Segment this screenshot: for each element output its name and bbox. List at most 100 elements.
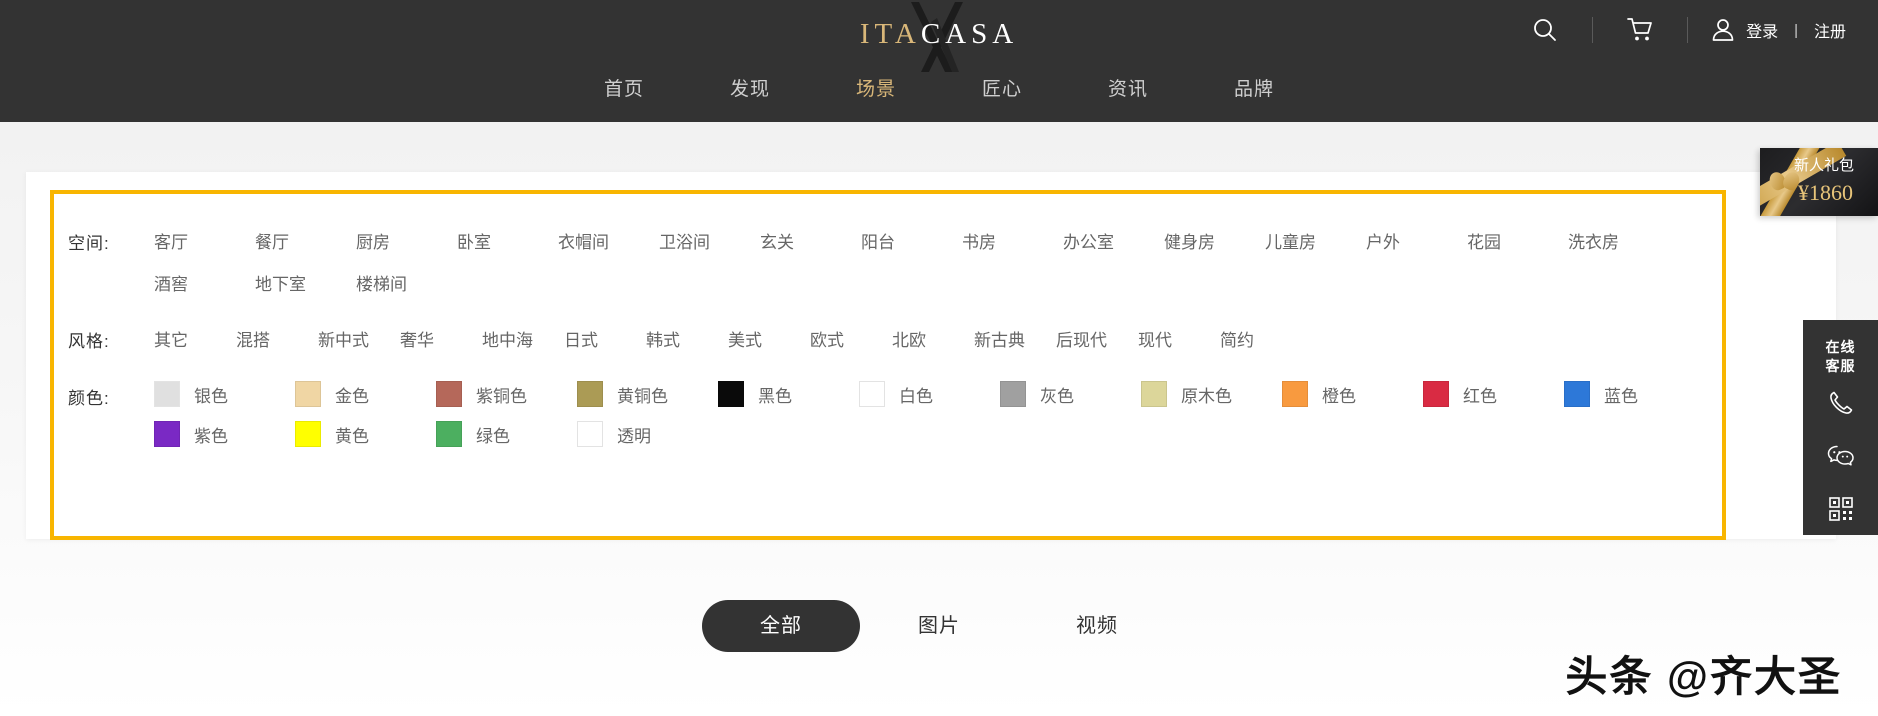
filter-option-space[interactable]: 厨房 [356,226,457,260]
header-divider-1 [1592,17,1594,43]
filter-label-space: 空间: [68,234,110,253]
gift-title: 新人礼包 [1794,157,1855,174]
site-logo[interactable]: ITACASA [789,2,1089,72]
filter-label-color: 颜色: [68,389,110,408]
filter-option-space[interactable]: 花园 [1467,226,1568,260]
filter-option-color[interactable]: 原木色 [1141,381,1282,407]
filter-option-color[interactable]: 红色 [1423,381,1564,407]
filter-option-space[interactable]: 卫浴间 [659,226,760,260]
filter-option-style[interactable]: 新中式 [318,324,400,358]
color-swatch-icon [295,381,321,407]
color-swatch-icon [1423,381,1449,407]
logo-text-ita: ITA [859,17,921,50]
filter-option-style[interactable]: 地中海 [482,324,564,358]
phone-icon [1828,390,1854,416]
nav-item-scenes[interactable]: 场景 [813,70,939,110]
tab-videos[interactable]: 视频 [1018,600,1176,652]
cart-button[interactable] [1611,0,1669,60]
filter-option-style[interactable]: 美式 [728,324,810,358]
filter-option-style[interactable]: 欧式 [810,324,892,358]
filter-option-color[interactable]: 蓝色 [1564,381,1705,407]
filter-option-space[interactable]: 办公室 [1063,226,1164,260]
filter-panel: 空间: 客厅 餐厅 厨房 卧室 衣帽间 卫浴间 玄关 阳台 书房 办公室 健身房… [68,226,1728,447]
color-swatch-icon [154,421,180,447]
nav-item-discover[interactable]: 发现 [687,70,813,110]
filter-option-color[interactable]: 银色 [154,381,295,407]
wechat-button[interactable] [1803,429,1878,482]
filter-options-style: 其它 混搭 新中式 奢华 地中海 日式 韩式 美式 欧式 北欧 新古典 后现代 … [154,324,1728,358]
filter-option-space[interactable]: 地下室 [255,268,356,302]
search-button[interactable] [1516,0,1574,60]
nav-item-news[interactable]: 资讯 [1065,70,1191,110]
service-title-line2: 客服 [1825,358,1856,374]
filter-option-space[interactable]: 洗衣房 [1568,226,1669,260]
filter-option-space[interactable]: 玄关 [760,226,861,260]
login-link[interactable]: 登录 [1746,18,1778,42]
new-user-gift-banner[interactable]: 新人礼包 ¥1860 [1760,148,1878,216]
filter-option-style[interactable]: 其它 [154,324,236,358]
filter-option-color[interactable]: 透明 [577,421,718,447]
phone-button[interactable] [1803,376,1878,429]
color-swatch-icon [436,421,462,447]
color-swatch-icon [859,381,885,407]
nav-item-home[interactable]: 首页 [561,70,687,110]
color-label: 橙色 [1322,386,1356,406]
logo-text: ITACASA [860,18,1018,51]
color-swatch-icon [718,381,744,407]
filter-option-space[interactable]: 卧室 [457,226,558,260]
filter-option-space[interactable]: 餐厅 [255,226,356,260]
filter-option-space[interactable]: 健身房 [1164,226,1265,260]
filter-option-color[interactable]: 黑色 [718,381,859,407]
filter-option-space[interactable]: 楼梯间 [356,268,457,302]
watermark: 头条 @齐大圣 [1565,653,1842,700]
filter-option-space[interactable]: 衣帽间 [558,226,659,260]
color-swatch-icon [1141,381,1167,407]
color-label: 红色 [1463,386,1497,406]
tab-images[interactable]: 图片 [860,600,1018,652]
filter-option-space[interactable]: 客厅 [154,226,255,260]
service-sidebar: 在线 客服 [1803,320,1878,535]
color-label: 原木色 [1181,386,1232,406]
logo-text-casa: CASA [920,17,1019,50]
color-label: 黄色 [335,426,369,446]
filter-option-color[interactable]: 绿色 [436,421,577,447]
nav-item-brand[interactable]: 品牌 [1191,70,1317,110]
filter-option-space[interactable]: 阳台 [861,226,962,260]
color-label: 透明 [617,426,651,446]
user-icon [1710,18,1736,42]
filter-option-style[interactable]: 混搭 [236,324,318,358]
color-label: 灰色 [1040,386,1074,406]
filter-options-color: 银色 金色 紫铜色 黄铜色 黑色 白色 灰色 原木色 橙色 红色 蓝色 紫色 黄… [154,381,1728,447]
qrcode-button[interactable] [1803,482,1878,535]
color-label: 紫铜色 [476,386,527,406]
filter-row-color: 颜色: 银色 金色 紫铜色 黄铜色 黑色 白色 灰色 原木色 橙色 红色 蓝色 … [68,381,1728,447]
filter-option-style[interactable]: 韩式 [646,324,728,358]
filter-option-color[interactable]: 紫色 [154,421,295,447]
filter-option-style[interactable]: 北欧 [892,324,974,358]
filter-option-color[interactable]: 金色 [295,381,436,407]
filter-option-space[interactable]: 儿童房 [1265,226,1366,260]
filter-options-space: 客厅 餐厅 厨房 卧室 衣帽间 卫浴间 玄关 阳台 书房 办公室 健身房 儿童房… [154,226,1728,302]
nav-item-craft[interactable]: 匠心 [939,70,1065,110]
filter-option-color[interactable]: 黄色 [295,421,436,447]
color-label: 银色 [194,386,228,406]
gift-bow-icon [1772,170,1800,194]
filter-option-style[interactable]: 简约 [1220,324,1302,358]
filter-option-space[interactable]: 酒窖 [154,268,255,302]
filter-option-style[interactable]: 奢华 [400,324,482,358]
site-header: ITACASA 登录 | 注册 首页 发现 场景 匠心 资讯 品牌 [0,0,1878,122]
filter-option-color[interactable]: 灰色 [1000,381,1141,407]
filter-option-space[interactable]: 书房 [962,226,1063,260]
filter-option-color[interactable]: 橙色 [1282,381,1423,407]
filter-option-space[interactable]: 户外 [1366,226,1467,260]
filter-option-style[interactable]: 现代 [1138,324,1220,358]
filter-option-style[interactable]: 后现代 [1056,324,1138,358]
tab-all[interactable]: 全部 [702,600,860,652]
register-link[interactable]: 注册 [1814,18,1846,42]
filter-option-style[interactable]: 日式 [564,324,646,358]
filter-option-color[interactable]: 黄铜色 [577,381,718,407]
filter-option-color[interactable]: 紫铜色 [436,381,577,407]
filter-option-style[interactable]: 新古典 [974,324,1056,358]
gift-price: ¥1860 [1798,180,1853,205]
filter-option-color[interactable]: 白色 [859,381,1000,407]
